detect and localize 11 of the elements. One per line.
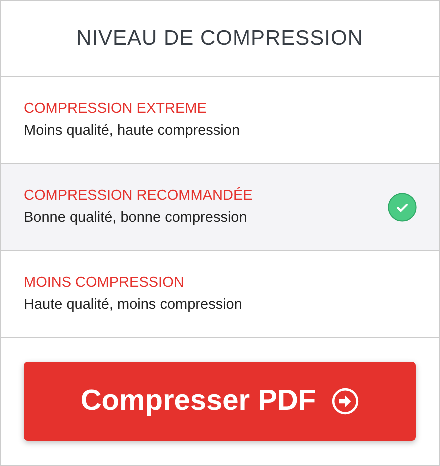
option-description: Bonne qualité, bonne compression bbox=[24, 209, 248, 227]
arrow-circle-icon bbox=[332, 388, 360, 415]
option-description: Moins qualité, haute compression bbox=[24, 122, 240, 140]
option-description: Haute qualité, moins compression bbox=[24, 296, 242, 314]
check-icon bbox=[388, 192, 417, 222]
option-title: COMPRESSION EXTREME bbox=[24, 100, 208, 118]
compression-option[interactable]: COMPRESSION RECOMMANDÉE Bonne qualité, bonne compression bbox=[1, 164, 439, 251]
panel-title: NIVEAU DE COMPRESSION bbox=[76, 26, 364, 52]
option-title: MOINS COMPRESSION bbox=[24, 274, 186, 292]
compress-button[interactable]: Compresser PDF bbox=[24, 362, 416, 441]
option-title: COMPRESSION RECOMMANDÉE bbox=[24, 187, 253, 205]
